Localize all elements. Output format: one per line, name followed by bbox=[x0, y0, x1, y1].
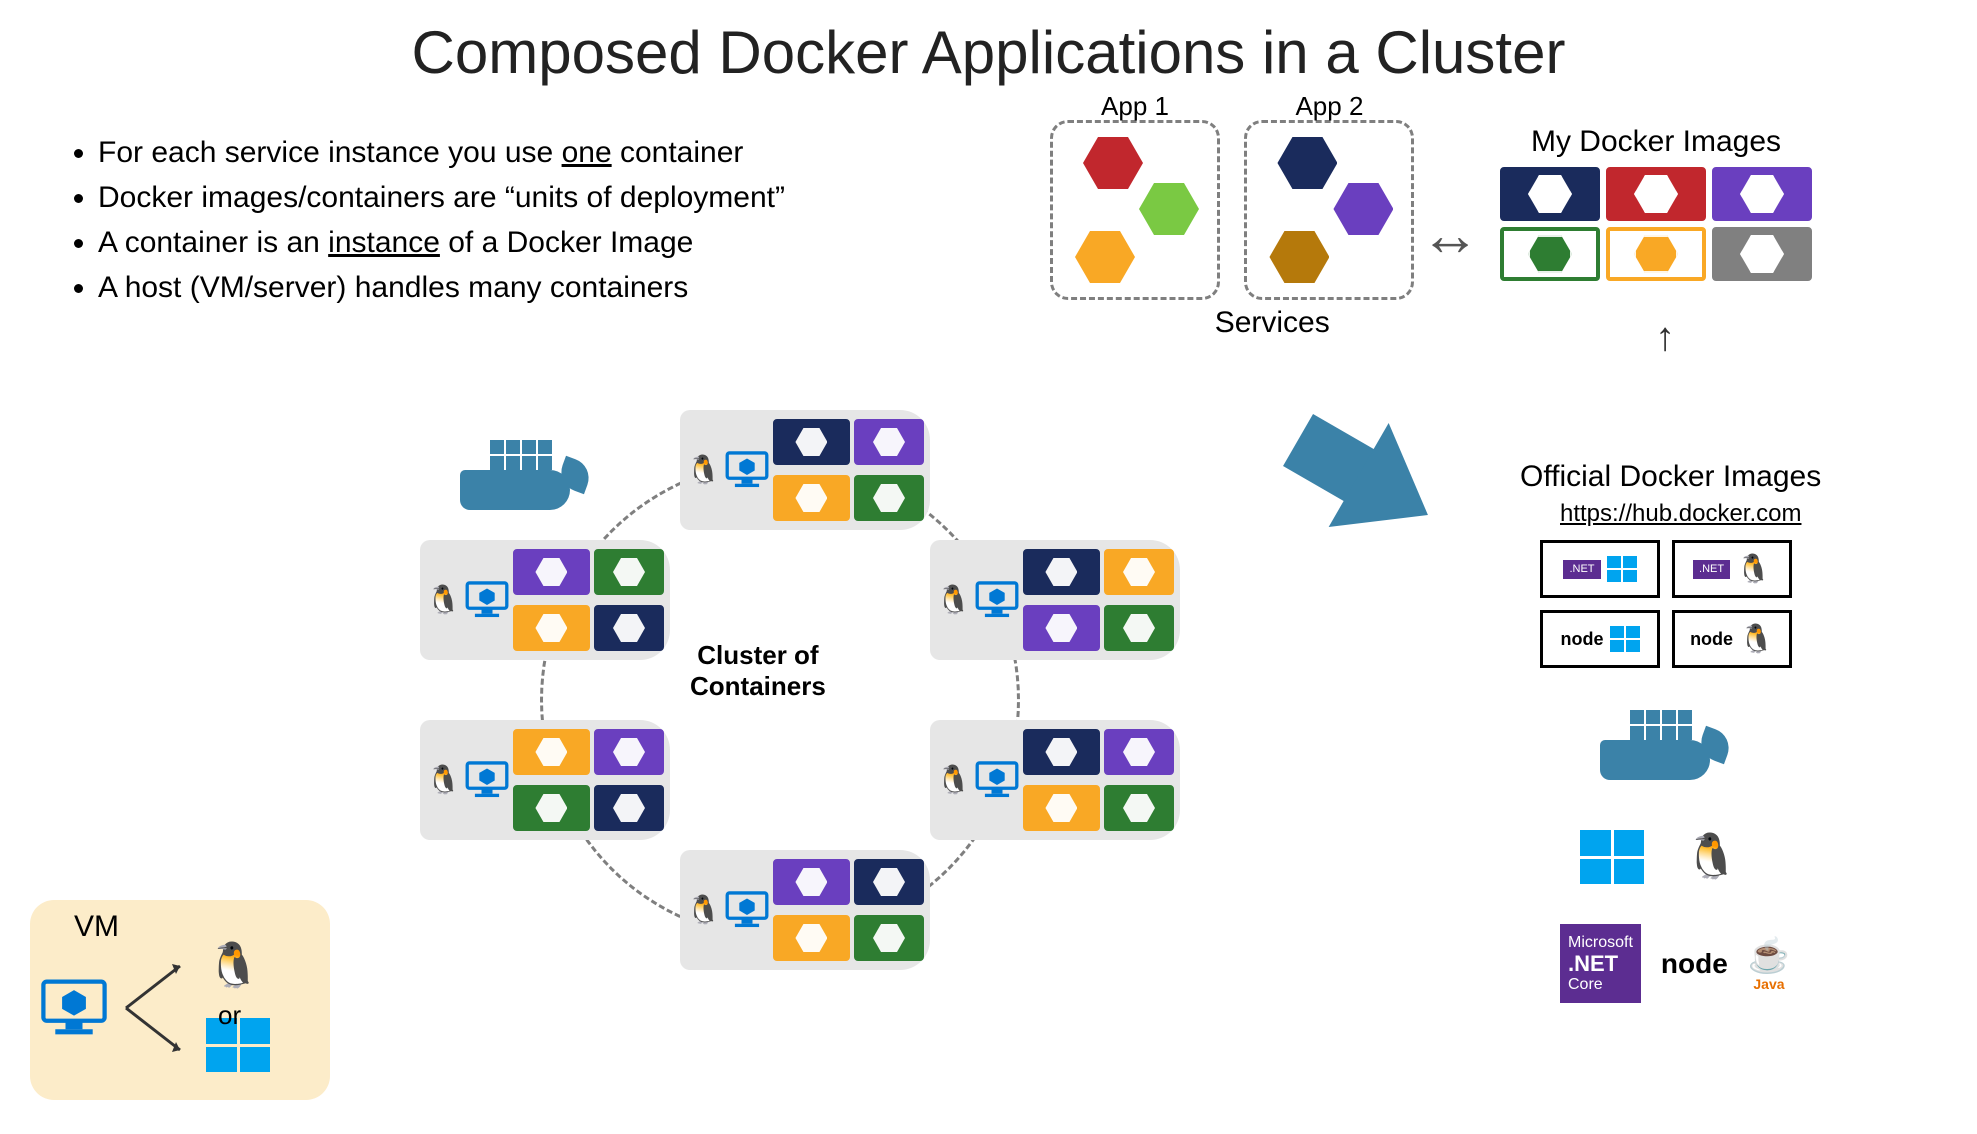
linux-icon: 🐧 bbox=[686, 896, 721, 924]
linux-icon: 🐧 bbox=[686, 456, 721, 484]
windows-icon bbox=[1607, 556, 1637, 582]
image-tile bbox=[1712, 227, 1812, 281]
container-box bbox=[513, 729, 590, 775]
bidirectional-arrow-icon: ↔ bbox=[1420, 200, 1480, 269]
hex-icon bbox=[1333, 183, 1393, 235]
bullet-item: A host (VM/server) handles many containe… bbox=[98, 265, 785, 310]
container-box bbox=[594, 729, 664, 775]
host-node: 🐧 bbox=[420, 720, 670, 840]
container-box bbox=[594, 605, 664, 651]
monitor-icon bbox=[40, 977, 108, 1039]
linux-icon: 🐧 bbox=[936, 766, 971, 794]
container-box bbox=[854, 419, 924, 465]
image-tile bbox=[1712, 167, 1812, 221]
container-box bbox=[1104, 729, 1174, 775]
image-tile bbox=[1500, 167, 1600, 221]
linux-icon: 🐧 bbox=[426, 766, 461, 794]
container-box bbox=[773, 859, 850, 905]
vm-label: VM bbox=[74, 910, 320, 944]
linux-icon: 🐧 bbox=[206, 944, 270, 988]
official-tile-node-windows: node bbox=[1540, 610, 1660, 668]
or-label: or bbox=[218, 1000, 241, 1031]
docker-whale-icon bbox=[1600, 700, 1740, 790]
hex-icon bbox=[1277, 137, 1337, 189]
app1-label: App 1 bbox=[1053, 91, 1217, 122]
container-box bbox=[773, 915, 850, 961]
page-title: Composed Docker Applications in a Cluste… bbox=[0, 0, 1977, 87]
services-group: App 1 App 2 Services bbox=[1050, 120, 1434, 340]
container-box bbox=[854, 915, 924, 961]
container-box bbox=[1023, 729, 1100, 775]
official-images-title: Official Docker Images bbox=[1520, 460, 1821, 494]
platform-logos: 🐧 Microsoft.NETCore node ☕Java bbox=[1560, 700, 1790, 1003]
image-tile bbox=[1606, 227, 1706, 281]
up-arrow-icon: ↑ bbox=[1655, 315, 1675, 360]
hex-icon bbox=[1083, 137, 1143, 189]
container-box bbox=[773, 475, 850, 521]
container-box bbox=[513, 605, 590, 651]
monitor-icon bbox=[725, 450, 769, 490]
hex-icon bbox=[1269, 231, 1329, 283]
container-box bbox=[773, 419, 850, 465]
bullet-item: A container is an instance of a Docker I… bbox=[98, 220, 785, 265]
deploy-arrow-icon bbox=[1237, 364, 1463, 575]
my-images-title: My Docker Images bbox=[1500, 125, 1812, 159]
bullet-item: For each service instance you use one co… bbox=[98, 130, 785, 175]
container-box bbox=[1023, 785, 1100, 831]
monitor-icon bbox=[465, 760, 509, 800]
hex-icon bbox=[1139, 183, 1199, 235]
monitor-icon bbox=[975, 760, 1019, 800]
container-box bbox=[513, 785, 590, 831]
official-tile-node-linux: node🐧 bbox=[1672, 610, 1792, 668]
app1-box: App 1 bbox=[1050, 120, 1220, 300]
app2-box: App 2 bbox=[1244, 120, 1414, 300]
container-box bbox=[854, 859, 924, 905]
linux-icon: 🐧 bbox=[1739, 625, 1774, 653]
nodejs-icon: node bbox=[1661, 948, 1728, 980]
host-node: 🐧 bbox=[930, 720, 1180, 840]
container-box bbox=[854, 475, 924, 521]
cluster-label: Cluster of Containers bbox=[690, 640, 826, 702]
docker-hub-link[interactable]: https://hub.docker.com bbox=[1560, 500, 1801, 528]
container-box bbox=[1104, 785, 1174, 831]
image-tile bbox=[1606, 167, 1706, 221]
dotnet-core-icon: Microsoft.NETCore bbox=[1560, 924, 1641, 1003]
cluster-diagram: Cluster of Containers 🐧 🐧 🐧 🐧 🐧 🐧 bbox=[390, 420, 1170, 1060]
container-box bbox=[1023, 605, 1100, 651]
branch-arrow-icon bbox=[122, 948, 192, 1068]
bullet-list: For each service instance you use one co… bbox=[70, 130, 785, 310]
my-docker-images: My Docker Images bbox=[1500, 125, 1812, 281]
monitor-icon bbox=[725, 890, 769, 930]
linux-icon: 🐧 bbox=[426, 586, 461, 614]
image-tile bbox=[1500, 227, 1600, 281]
host-node: 🐧 bbox=[420, 540, 670, 660]
linux-icon: 🐧 bbox=[1736, 555, 1771, 583]
bullet-item: Docker images/containers are “units of d… bbox=[98, 175, 785, 220]
container-box bbox=[1104, 605, 1174, 651]
official-tile-net-linux: .NET🐧 bbox=[1672, 540, 1792, 598]
windows-icon bbox=[1580, 830, 1644, 884]
container-box bbox=[594, 549, 664, 595]
container-box bbox=[1023, 549, 1100, 595]
app2-label: App 2 bbox=[1247, 91, 1411, 122]
container-box bbox=[1104, 549, 1174, 595]
host-node: 🐧 bbox=[930, 540, 1180, 660]
monitor-icon bbox=[975, 580, 1019, 620]
services-caption: Services bbox=[1110, 306, 1434, 340]
official-tiles: .NET .NET🐧 node node🐧 bbox=[1540, 540, 1792, 668]
official-tile-net-windows: .NET bbox=[1540, 540, 1660, 598]
host-node: 🐧 bbox=[680, 850, 930, 970]
monitor-icon bbox=[465, 580, 509, 620]
windows-icon bbox=[1610, 626, 1640, 652]
hex-icon bbox=[1075, 231, 1135, 283]
linux-icon: 🐧 bbox=[936, 586, 971, 614]
host-node: 🐧 bbox=[680, 410, 930, 530]
container-box bbox=[594, 785, 664, 831]
linux-icon: 🐧 bbox=[1684, 835, 1739, 879]
java-icon: ☕Java bbox=[1748, 936, 1790, 992]
vm-legend: VM 🐧 or bbox=[30, 900, 330, 1100]
container-box bbox=[513, 549, 590, 595]
